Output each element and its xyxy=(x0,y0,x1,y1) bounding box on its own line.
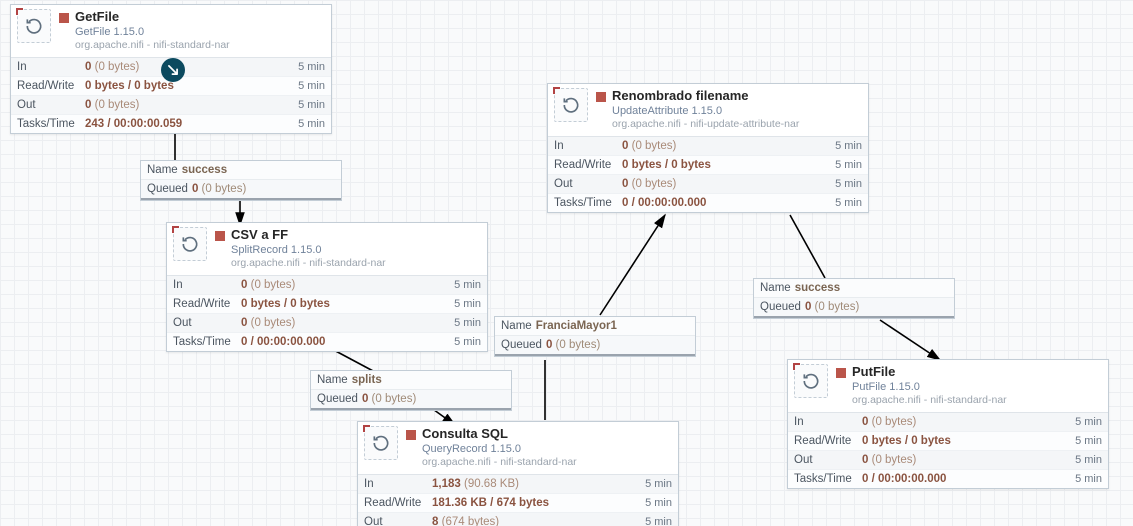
processor-icon xyxy=(173,227,207,261)
processor-type: GetFile 1.15.0 xyxy=(75,25,230,39)
processor-bundle: org.apache.nifi - nifi-standard-nar xyxy=(422,456,577,468)
processor-title: GetFile xyxy=(75,9,230,25)
connection-splits[interactable]: Namesplits Queued0 (0 bytes) xyxy=(310,370,512,411)
status-stopped-icon xyxy=(59,13,69,23)
processor-bundle: org.apache.nifi - nifi-standard-nar xyxy=(75,39,230,51)
connection-franciamayor1[interactable]: NameFranciaMayor1 Queued0 (0 bytes) xyxy=(494,316,696,357)
processor-type: SplitRecord 1.15.0 xyxy=(231,243,386,257)
processor-consulta-sql[interactable]: Consulta SQL QueryRecord 1.15.0 org.apac… xyxy=(357,421,679,526)
processor-putfile[interactable]: PutFile PutFile 1.15.0 org.apache.nifi -… xyxy=(787,359,1109,489)
flow-canvas[interactable]: GetFile GetFile 1.15.0 org.apache.nifi -… xyxy=(0,0,1133,526)
connection-success-2[interactable]: Namesuccess Queued0 (0 bytes) xyxy=(753,278,955,319)
status-stopped-icon xyxy=(596,92,606,102)
processor-bundle: org.apache.nifi - nifi-update-attribute-… xyxy=(612,118,799,130)
processor-type: QueryRecord 1.15.0 xyxy=(422,442,577,456)
processor-stats: In0 (0 bytes)5 min Read/Write0 bytes / 0… xyxy=(788,412,1108,488)
processor-title: Consulta SQL xyxy=(422,426,577,442)
processor-stats: In1,183 (90.68 KB)5 min Read/Write181.36… xyxy=(358,474,678,526)
processor-icon xyxy=(364,426,398,460)
processor-title: PutFile xyxy=(852,364,1007,380)
processor-renombrado-filename[interactable]: Renombrado filename UpdateAttribute 1.15… xyxy=(547,83,869,213)
processor-icon xyxy=(794,364,828,398)
processor-icon xyxy=(554,88,588,122)
status-stopped-icon xyxy=(836,368,846,378)
processor-stats: In0 (0 bytes)5 min Read/Write0 bytes / 0… xyxy=(548,136,868,212)
processor-stats: In0 (0 bytes)5 min Read/Write0 bytes / 0… xyxy=(167,275,487,351)
processor-icon xyxy=(17,9,51,43)
status-stopped-icon xyxy=(406,430,416,440)
processor-bundle: org.apache.nifi - nifi-standard-nar xyxy=(852,394,1007,406)
status-stopped-icon xyxy=(215,231,225,241)
connection-success-1[interactable]: Namesuccess Queued0 (0 bytes) xyxy=(140,160,342,201)
processor-title: CSV a FF xyxy=(231,227,386,243)
processor-bundle: org.apache.nifi - nifi-standard-nar xyxy=(231,257,386,269)
flow-arrow-icon xyxy=(161,58,185,82)
processor-csv-a-ff[interactable]: CSV a FF SplitRecord 1.15.0 org.apache.n… xyxy=(166,222,488,352)
processor-title: Renombrado filename xyxy=(612,88,799,104)
processor-type: UpdateAttribute 1.15.0 xyxy=(612,104,799,118)
processor-type: PutFile 1.15.0 xyxy=(852,380,1007,394)
